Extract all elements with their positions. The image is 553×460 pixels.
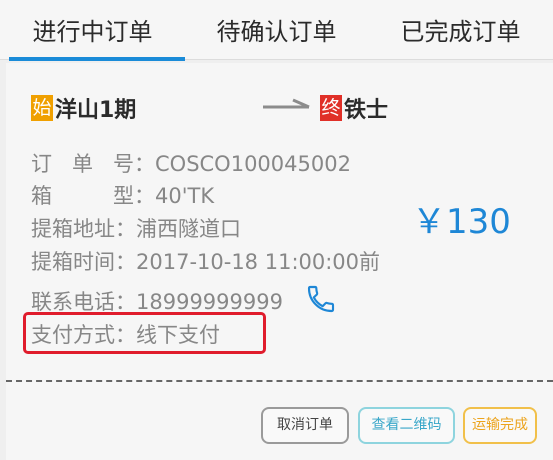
order-price: ￥130	[412, 202, 511, 242]
box-type-colon: ：	[134, 184, 155, 208]
tab-pending-orders[interactable]: 待确认订单	[185, 0, 368, 60]
contact-phone-label: 联系电话	[31, 290, 115, 314]
destination-name: 铁士	[344, 98, 389, 123]
route-destination: 终 铁士	[320, 94, 389, 123]
route-origin: 始 洋山1期	[31, 94, 137, 123]
pickup-time-colon: ：	[115, 250, 136, 274]
pickup-time-label: 提箱时间	[31, 250, 115, 274]
order-tabs: 进行中订单 待确认订单 已完成订单	[0, 0, 553, 61]
transport-complete-button[interactable]: 运输完成	[463, 407, 537, 444]
box-type-value: 40'TK	[155, 184, 215, 208]
active-tab-indicator	[9, 57, 185, 61]
phone-icon[interactable]	[305, 283, 337, 315]
contact-phone-value: 18999999999	[136, 290, 283, 314]
box-type-label: 箱 型	[31, 184, 134, 208]
origin-name: 洋山1期	[55, 98, 137, 123]
order-number-label: 订 单 号	[31, 152, 134, 176]
cancel-order-button[interactable]: 取消订单	[261, 407, 349, 444]
pickup-address-value: 浦西隧道口	[136, 217, 241, 241]
payment-method-highlight	[23, 312, 266, 354]
view-qr-code-button[interactable]: 查看二维码	[358, 407, 455, 444]
order-number-row: 订 单 号 ：COSCO100045002	[31, 148, 351, 178]
arrow-right-icon	[263, 98, 310, 109]
pickup-time-row: 提箱时间：2017-10-18 11:00:00前	[31, 246, 380, 276]
order-number-colon: ：	[134, 152, 155, 176]
pickup-address-colon: ：	[115, 217, 136, 241]
pickup-address-label: 提箱地址	[31, 217, 115, 241]
end-tag: 终	[320, 95, 342, 121]
start-tag: 始	[31, 95, 53, 121]
card-divider	[6, 380, 553, 382]
box-type-row: 箱 型 ：40'TK	[31, 180, 214, 210]
order-number-value: COSCO100045002	[155, 152, 351, 176]
tab-in-progress-orders[interactable]: 进行中订单	[0, 0, 185, 60]
contact-phone-colon: ：	[115, 290, 136, 314]
pickup-address-row: 提箱地址：浦西隧道口	[31, 213, 241, 243]
tab-completed-orders[interactable]: 已完成订单	[368, 0, 553, 60]
pickup-time-value: 2017-10-18 11:00:00前	[136, 250, 381, 274]
